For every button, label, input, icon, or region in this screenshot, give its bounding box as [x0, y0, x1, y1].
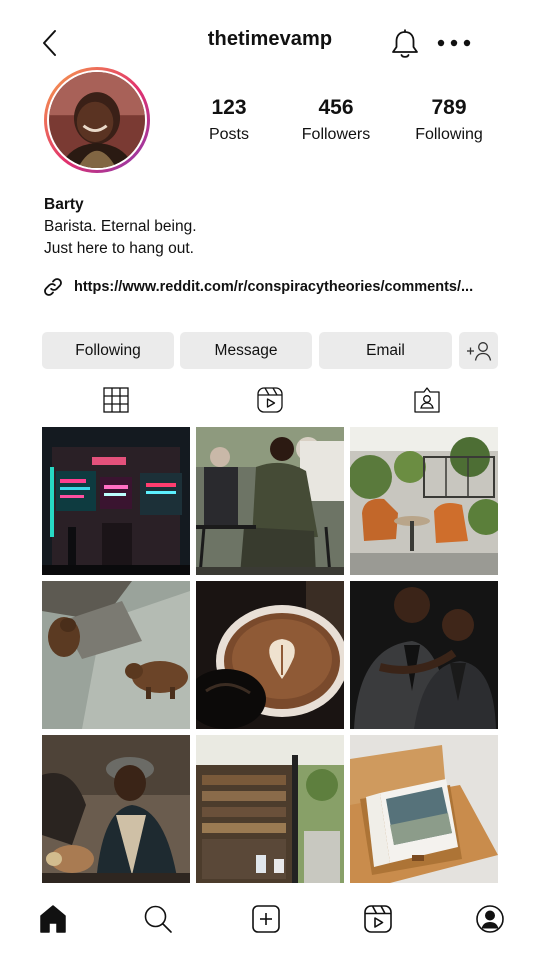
- link-icon: [44, 278, 62, 296]
- followers-label: Followers: [301, 126, 371, 143]
- content-tabs: [0, 386, 540, 416]
- post-thumbnail[interactable]: [42, 735, 190, 883]
- post-thumbnail[interactable]: [350, 735, 498, 883]
- notifications-button[interactable]: [390, 28, 420, 60]
- email-button[interactable]: Email: [319, 332, 452, 369]
- post-thumbnail[interactable]: [42, 427, 190, 575]
- nav-reels[interactable]: [363, 904, 393, 934]
- followers-stat[interactable]: 456 Followers: [281, 96, 391, 144]
- post-thumbnail[interactable]: [196, 735, 344, 883]
- post-thumbnail[interactable]: [196, 581, 344, 729]
- nav-profile[interactable]: [475, 904, 505, 934]
- home-icon: [40, 905, 66, 933]
- posts-count: 123: [211, 96, 247, 119]
- tab-grid[interactable]: [102, 386, 130, 414]
- posts-stat[interactable]: 123 Posts: [174, 96, 284, 144]
- profile-link-text[interactable]: https://www.reddit.com/r/conspiracytheor…: [74, 279, 473, 295]
- profile-icon: [476, 905, 504, 933]
- profile-name: Barty: [44, 196, 84, 213]
- more-options-button[interactable]: [436, 32, 472, 54]
- more-horizontal-icon: [437, 39, 471, 47]
- tab-reels[interactable]: [256, 386, 284, 414]
- followers-count: 456: [318, 96, 354, 119]
- following-count: 789: [431, 96, 467, 119]
- search-icon: [144, 905, 172, 933]
- post-thumbnail[interactable]: [42, 581, 190, 729]
- nav-create[interactable]: [251, 904, 281, 934]
- tagged-user-icon: [414, 387, 440, 413]
- create-post-icon: [252, 905, 280, 933]
- grid-icon: [103, 387, 129, 413]
- post-thumbnail[interactable]: [196, 427, 344, 575]
- nav-home[interactable]: [38, 904, 68, 934]
- post-thumbnail[interactable]: [350, 427, 498, 575]
- add-user-icon: [466, 341, 491, 361]
- profile-link[interactable]: https://www.reddit.com/r/conspiracytheor…: [42, 275, 473, 299]
- reels-icon: [257, 387, 283, 413]
- bottom-navigation: [0, 898, 540, 942]
- avatar-photo: [49, 72, 145, 168]
- posts-label: Posts: [208, 126, 249, 143]
- bio-text-line: Barista. Eternal being.: [44, 218, 197, 235]
- add-user-button[interactable]: [459, 332, 498, 369]
- post-thumbnail[interactable]: [350, 581, 498, 729]
- nav-search[interactable]: [143, 904, 173, 934]
- following-label: Following: [415, 126, 483, 143]
- message-button[interactable]: Message: [180, 332, 312, 369]
- profile-avatar[interactable]: [44, 67, 150, 173]
- following-stat[interactable]: 789 Following: [394, 96, 504, 144]
- bio-text-line: Just here to hang out.: [44, 240, 194, 257]
- profile-bio: Barty Barista. Eternal being. Just here …: [44, 194, 197, 260]
- tab-tagged[interactable]: [413, 386, 441, 414]
- reels-icon: [364, 905, 392, 933]
- following-button[interactable]: Following: [42, 332, 174, 369]
- bell-icon: [392, 29, 418, 58]
